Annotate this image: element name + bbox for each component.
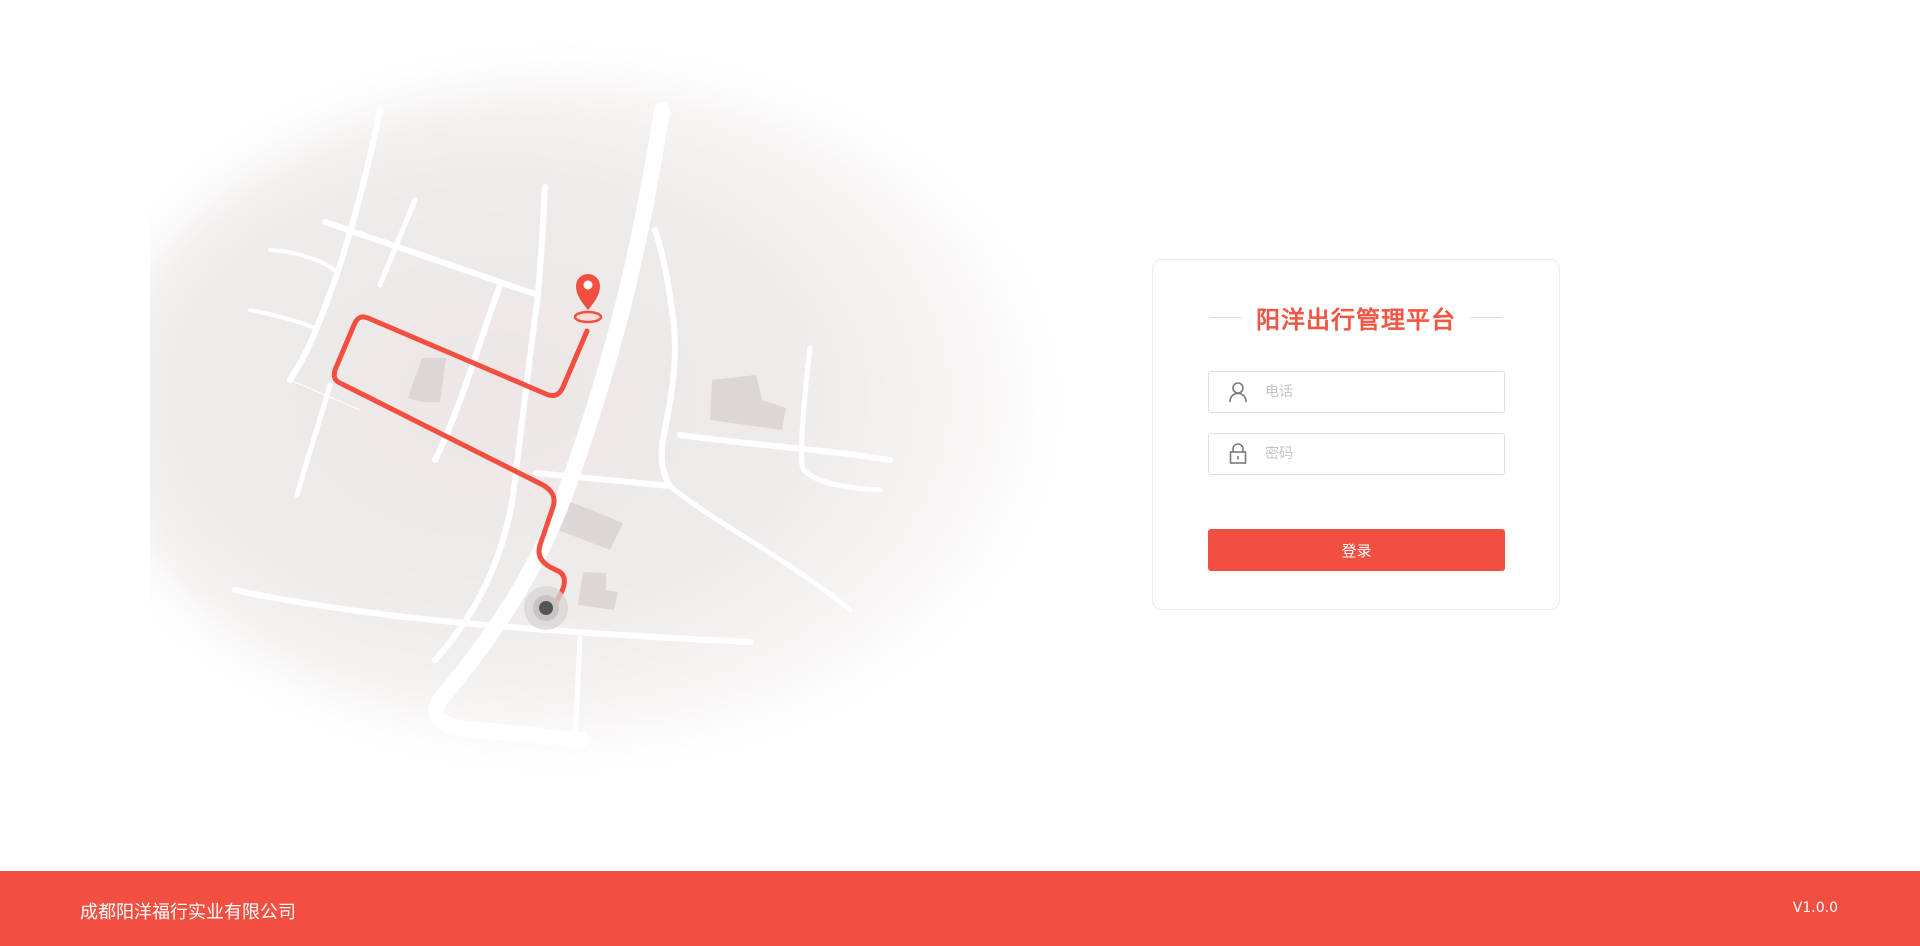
login-title-row: 阳洋出行管理平台 (1153, 300, 1559, 335)
login-title: 阳洋出行管理平台 (1256, 306, 1456, 334)
phone-input[interactable] (1265, 384, 1485, 400)
login-button[interactable]: 登录 (1208, 529, 1505, 571)
user-icon (1227, 381, 1249, 403)
footer-bar: 成都阳洋福行实业有限公司 V1.0.0 (0, 871, 1920, 946)
password-input[interactable] (1265, 446, 1485, 462)
title-divider-right (1470, 317, 1502, 318)
lock-icon (1227, 443, 1249, 465)
title-divider-left (1210, 317, 1242, 318)
origin-dot-icon (524, 586, 568, 630)
login-card: 阳洋出行管理平台 登录 (1152, 259, 1560, 610)
phone-field[interactable] (1208, 371, 1505, 413)
login-page: 阳洋出行管理平台 登录 成都 (0, 0, 1920, 946)
version-label: V1.0.0 (1792, 900, 1838, 916)
password-field[interactable] (1208, 433, 1505, 475)
company-name: 成都阳洋福行实业有限公司 (80, 902, 296, 923)
map-illustration (150, 40, 1230, 800)
